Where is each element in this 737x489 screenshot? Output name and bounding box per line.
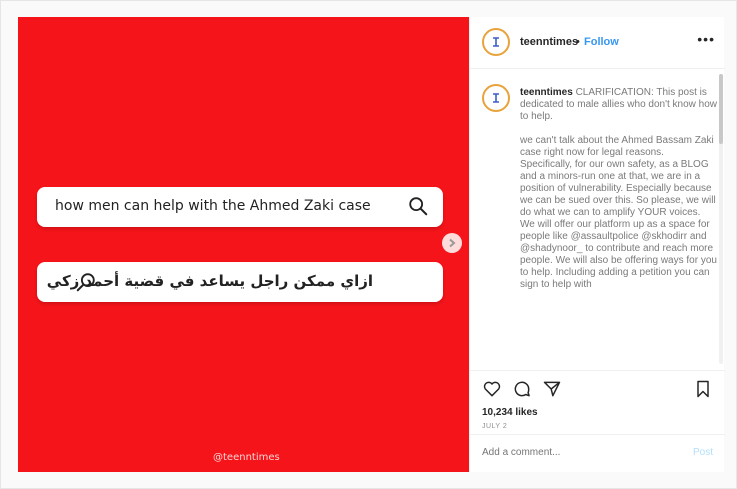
avatar-logo-icon (486, 88, 506, 108)
next-image-button[interactable] (442, 233, 462, 253)
share-icon[interactable] (542, 379, 562, 399)
more-options-icon[interactable]: ••• (697, 31, 715, 47)
likes-count[interactable]: 10,234 likes (482, 407, 538, 418)
post-modal: how men can help with the Ahmed Zaki cas… (0, 0, 737, 489)
post-header: teenntimes • Follow ••• (470, 17, 725, 69)
search-icon (409, 197, 428, 216)
avatar[interactable] (482, 28, 510, 56)
bookmark-icon[interactable] (693, 379, 713, 399)
post-sidebar: teenntimes • Follow ••• teenntimes CLARI… (469, 17, 725, 472)
chevron-right-icon (449, 238, 456, 248)
comment-icon[interactable] (512, 379, 532, 399)
search-text-arabic: ازاي ممكن راجل يساعد في قضية أحمد زكي (46, 272, 373, 290)
avatar-logo-icon (486, 32, 506, 52)
header-separator: • (576, 36, 580, 48)
search-bar-english: how men can help with the Ahmed Zaki cas… (37, 187, 443, 227)
comment-input[interactable] (482, 447, 662, 458)
avatar[interactable] (482, 84, 510, 112)
post-image: how men can help with the Ahmed Zaki cas… (18, 17, 469, 472)
caption-body: we can't talk about the Ahmed Bassam Zak… (520, 135, 717, 290)
image-watermark: @teenntimes (213, 452, 280, 463)
search-text-english: how men can help with the Ahmed Zaki cas… (55, 198, 371, 214)
scrollbar[interactable] (719, 74, 723, 364)
post-date: JULY 2 (482, 423, 508, 430)
caption: teenntimes CLARIFICATION: This post is d… (520, 87, 718, 303)
comments-area[interactable]: teenntimes CLARIFICATION: This post is d… (470, 70, 725, 370)
header-username[interactable]: teenntimes (520, 36, 578, 48)
follow-button[interactable]: Follow (584, 36, 619, 48)
post-button[interactable]: Post (693, 447, 713, 458)
comment-box: Post (470, 434, 725, 472)
heart-icon[interactable] (482, 379, 502, 399)
search-bar-arabic: ازاي ممكن راجل يساعد في قضية أحمد زكي (37, 262, 443, 302)
action-bar: 10,234 likes JULY 2 (470, 370, 725, 430)
caption-username[interactable]: teenntimes (520, 87, 573, 98)
